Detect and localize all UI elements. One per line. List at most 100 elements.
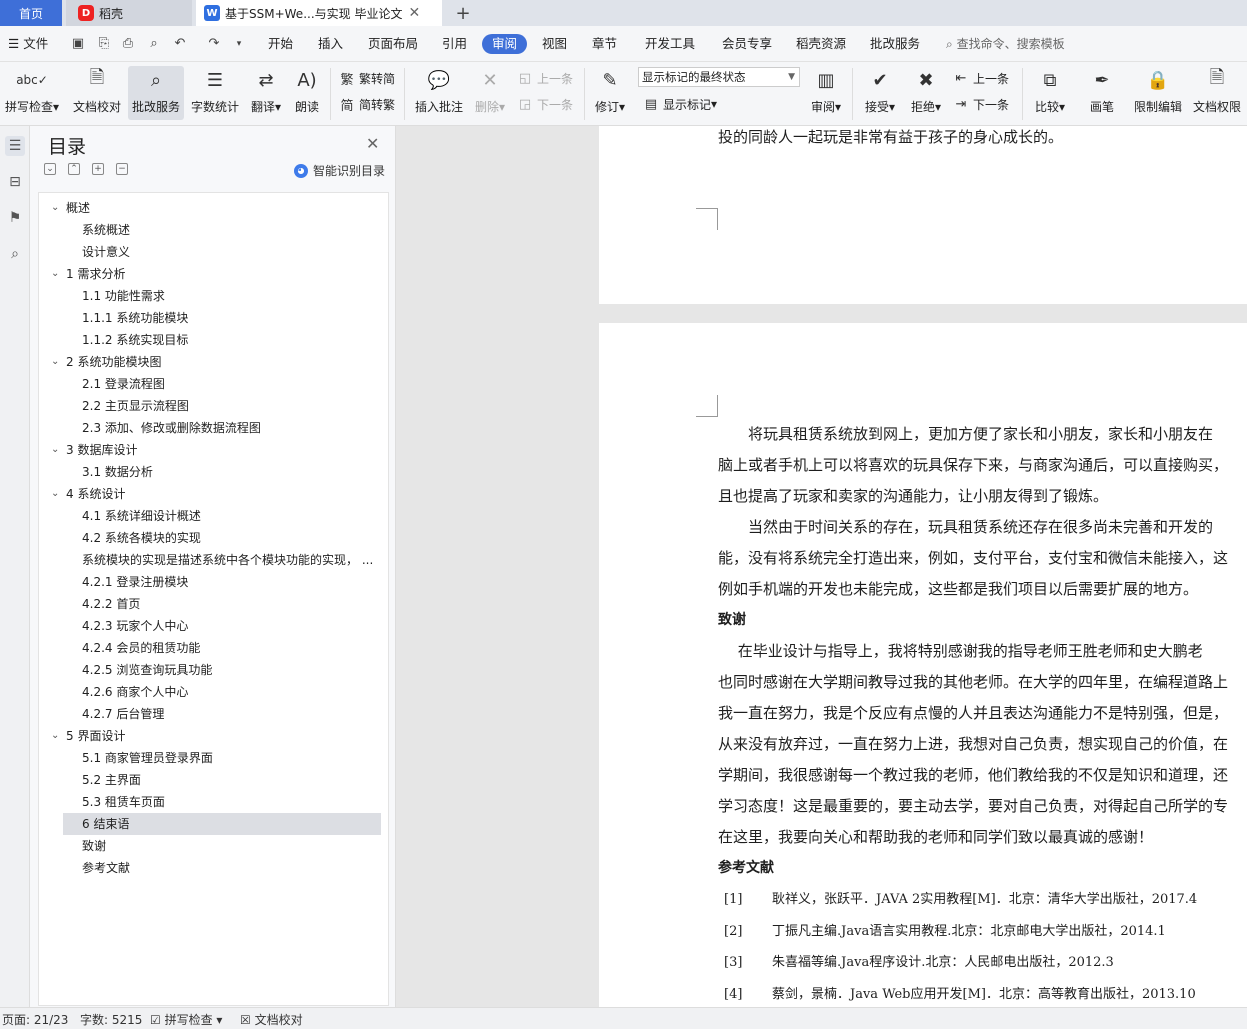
markup-state-dropdown[interactable]: 显示标记的最终状态 ▼ bbox=[638, 67, 800, 87]
toc-item[interactable]: 4.1 系统详细设计概述 bbox=[39, 505, 388, 527]
undo-icon[interactable]: ↶ bbox=[172, 36, 188, 52]
show-markup-button[interactable]: ▤ 显示标记 ▾ bbox=[642, 94, 717, 114]
toc-item[interactable]: 6 结束语 bbox=[63, 813, 381, 835]
correction-service-button[interactable]: ⌕ 批改服务 bbox=[128, 66, 184, 120]
menu-review[interactable]: 审阅 bbox=[482, 34, 528, 54]
toc-item[interactable]: 3.1 数据分析 bbox=[39, 461, 388, 483]
next-change-button[interactable]: ⇥ 下一条 bbox=[952, 94, 1009, 114]
toc-item[interactable]: 5.3 租赁车页面 bbox=[39, 791, 388, 813]
translate-button[interactable]: ⇄ 翻译▾ bbox=[246, 66, 286, 120]
menu-chapter[interactable]: 章节 bbox=[592, 34, 617, 54]
tab-home[interactable]: 首页 bbox=[0, 0, 62, 26]
print-preview-icon[interactable]: ⌕ bbox=[146, 36, 162, 52]
add-heading-icon[interactable]: + bbox=[92, 163, 104, 175]
toc-item[interactable]: 2.2 主页显示流程图 bbox=[39, 395, 388, 417]
toc-item[interactable]: 2.3 添加、修改或删除数据流程图 bbox=[39, 417, 388, 439]
menu-insert[interactable]: 插入 bbox=[318, 34, 343, 54]
status-spell-check[interactable]: ☑ 拼写检查 ▾ bbox=[150, 1011, 222, 1028]
collapse-all-icon[interactable]: ⌄ bbox=[44, 163, 56, 175]
spell-check-button[interactable]: abc✓ 拼写检查▾ bbox=[2, 66, 62, 120]
toc-item[interactable]: 1.1 功能性需求 bbox=[39, 285, 388, 307]
toc-item[interactable]: 系统概述 bbox=[39, 219, 388, 241]
toc-item[interactable]: 4.2.4 会员的租赁功能 bbox=[39, 637, 388, 659]
accept-button[interactable]: ✔ 接受▾ bbox=[860, 66, 900, 120]
toc-item[interactable]: 2.1 登录流程图 bbox=[39, 373, 388, 395]
collapse-arrow-icon[interactable]: ⌄ bbox=[51, 439, 59, 461]
doc-permission-button[interactable]: 🗎 文档权限 bbox=[1190, 66, 1244, 120]
delete-comment-button[interactable]: ✕ 删除▾ bbox=[470, 66, 510, 120]
collapse-arrow-icon[interactable]: ⌄ bbox=[51, 725, 59, 747]
track-changes-button[interactable]: ✎ 修订▾ bbox=[590, 66, 630, 120]
pen-button[interactable]: ✒ 画笔 bbox=[1082, 66, 1122, 120]
collapse-arrow-icon[interactable]: ⌄ bbox=[51, 351, 59, 373]
toc-item[interactable]: ⌄ 3 数据库设计 bbox=[39, 439, 388, 461]
insert-comment-button[interactable]: 💬 插入批注 bbox=[412, 66, 466, 120]
expand-all-icon[interactable]: ⌃ bbox=[68, 163, 80, 175]
toc-item[interactable]: 4.2.5 浏览查询玩具功能 bbox=[39, 659, 388, 681]
toc-item[interactable]: 4.2.6 商家个人中心 bbox=[39, 681, 388, 703]
toc-panel-icon[interactable]: ☰ bbox=[5, 136, 25, 156]
bookmark-icon[interactable]: ⚑ bbox=[5, 208, 25, 228]
word-count-button[interactable]: ☰ 字数统计 bbox=[188, 66, 242, 120]
toc-item[interactable]: ⌄ 2 系统功能模块图 bbox=[39, 351, 388, 373]
collapse-arrow-icon[interactable]: ⌄ bbox=[51, 263, 59, 285]
page-indicator[interactable]: 页面: 21/23 bbox=[2, 1011, 68, 1028]
toc-item[interactable]: 4.2.7 后台管理 bbox=[39, 703, 388, 725]
review-pane-button[interactable]: ▥ 审阅▾ bbox=[806, 66, 846, 120]
search-icon[interactable]: ⌕ bbox=[5, 244, 25, 264]
redo-icon[interactable]: ↷ bbox=[206, 36, 222, 52]
export-icon[interactable]: ⎘ bbox=[96, 36, 112, 52]
toc-item[interactable]: 5.1 商家管理员登录界面 bbox=[39, 747, 388, 769]
menu-start[interactable]: 开始 bbox=[268, 34, 293, 54]
toc-item[interactable]: 1.1.1 系统功能模块 bbox=[39, 307, 388, 329]
close-tab-icon[interactable]: ✕ bbox=[408, 5, 420, 21]
next-comment-button[interactable]: ◲ 下一条 bbox=[516, 94, 573, 114]
compare-button[interactable]: ⧉ 比较▾ bbox=[1030, 66, 1070, 120]
smart-toc-button[interactable]: ◕ 智能识别目录 bbox=[294, 162, 385, 179]
trad-to-simp-button[interactable]: 繁繁转简 bbox=[338, 68, 395, 88]
quick-access-more-icon[interactable]: ▾ bbox=[231, 36, 247, 52]
menu-member[interactable]: 会员专享 bbox=[722, 34, 772, 54]
prev-comment-button[interactable]: ◱ 上一条 bbox=[516, 68, 573, 88]
chapter-panel-icon[interactable]: ⊟ bbox=[5, 172, 25, 192]
menu-developer[interactable]: 开发工具 bbox=[645, 34, 695, 54]
collapse-arrow-icon[interactable]: ⌄ bbox=[51, 483, 59, 505]
toc-item[interactable]: 4.2.2 首页 bbox=[39, 593, 388, 615]
status-doc-check[interactable]: ☒ 文档校对 bbox=[240, 1011, 303, 1028]
tab-document[interactable]: W 基于SSM+We...与实现 毕业论文 ✕ bbox=[196, 0, 442, 26]
menu-page-layout[interactable]: 页面布局 bbox=[368, 34, 418, 54]
restrict-editing-button[interactable]: 🔒 限制编辑 bbox=[1130, 66, 1186, 120]
toc-item[interactable]: 4.2 系统各模块的实现 bbox=[39, 527, 388, 549]
read-aloud-button[interactable]: A) 朗读 bbox=[290, 66, 324, 120]
toc-item[interactable]: 4.2.1 登录注册模块 bbox=[39, 571, 388, 593]
prev-change-button[interactable]: ⇤ 上一条 bbox=[952, 68, 1009, 88]
toc-item[interactable]: ⌄ 5 界面设计 bbox=[39, 725, 388, 747]
menu-reference[interactable]: 引用 bbox=[442, 34, 467, 54]
close-icon[interactable]: ✕ bbox=[366, 134, 379, 153]
tab-daoke[interactable]: D 稻壳 bbox=[66, 0, 192, 26]
menu-daoke-resources[interactable]: 稻壳资源 bbox=[796, 34, 846, 54]
menu-view[interactable]: 视图 bbox=[542, 34, 567, 54]
toc-item[interactable]: 5.2 主界面 bbox=[39, 769, 388, 791]
toc-item[interactable]: ⌄ 概述 bbox=[39, 197, 388, 219]
toc-item[interactable]: 1.1.2 系统实现目标 bbox=[39, 329, 388, 351]
simp-to-trad-button[interactable]: 简简转繁 bbox=[338, 94, 395, 114]
reject-button[interactable]: ✖ 拒绝▾ bbox=[906, 66, 946, 120]
remove-heading-icon[interactable]: − bbox=[116, 163, 128, 175]
toc-item[interactable]: 致谢 bbox=[39, 835, 388, 857]
toc-item[interactable]: 系统模块的实现是描述系统中各个模块功能的实现， ... bbox=[39, 549, 388, 571]
file-menu[interactable]: ☰ 文件 bbox=[8, 34, 48, 54]
command-search[interactable]: ⌕ 查找命令、搜索模板 bbox=[946, 34, 1065, 54]
toc-item[interactable]: ⌄ 1 需求分析 bbox=[39, 263, 388, 285]
print-icon[interactable]: ⎙ bbox=[120, 36, 136, 52]
document-area[interactable]: 投的同龄人一起玩是非常有益于孩子的身心成长的。 将玩具租赁系统放到网上，更加方便… bbox=[396, 126, 1247, 1007]
toc-item[interactable]: 设计意义 bbox=[39, 241, 388, 263]
menu-correction-service[interactable]: 批改服务 bbox=[870, 34, 920, 54]
toc-item[interactable]: 参考文献 bbox=[39, 857, 388, 879]
save-icon[interactable]: ▣ bbox=[70, 36, 86, 52]
doc-check-button[interactable]: 🗎 文档校对 bbox=[70, 66, 124, 120]
toc-item[interactable]: 4.2.3 玩家个人中心 bbox=[39, 615, 388, 637]
toc-item[interactable]: ⌄ 4 系统设计 bbox=[39, 483, 388, 505]
new-tab-button[interactable]: + bbox=[452, 0, 474, 26]
word-count-indicator[interactable]: 字数: 5215 bbox=[80, 1011, 142, 1028]
